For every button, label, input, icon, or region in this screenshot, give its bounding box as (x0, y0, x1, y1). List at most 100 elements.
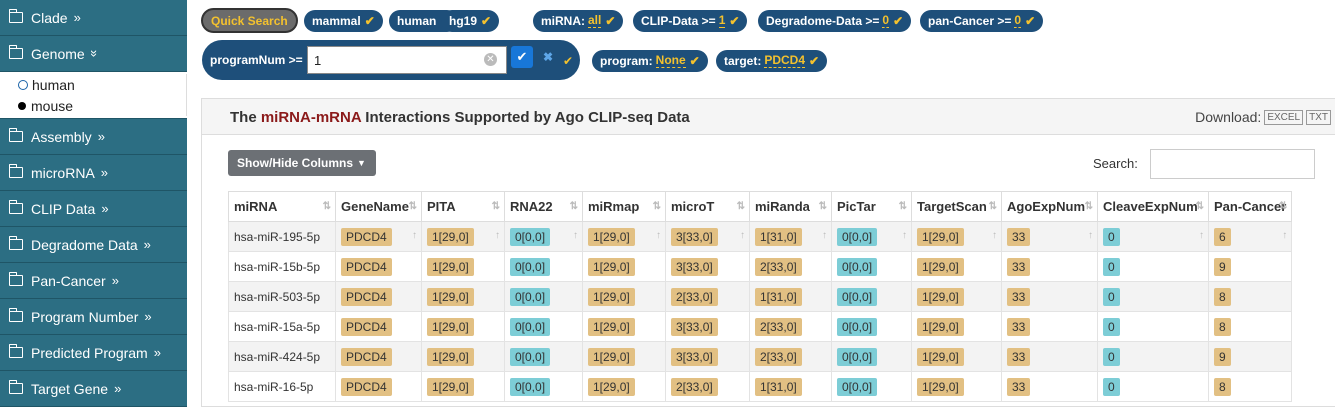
value-badge[interactable]: PDCD4 (341, 227, 392, 246)
table-cell: PDCD4 ↑ (335, 221, 422, 252)
table-cell: hsa-miR-15b-5p (228, 251, 336, 282)
filter-target[interactable]: target: PDCD4 ✔ (716, 50, 828, 72)
filter-value[interactable]: None (655, 54, 686, 68)
column-header[interactable]: AgoExpNum ⇅ (1001, 191, 1098, 222)
column-header[interactable]: miRmap ⇅ (582, 191, 666, 222)
value-badge: 1[31,0] (755, 287, 802, 306)
column-header[interactable]: CleaveExpNum ⇅ (1097, 191, 1209, 222)
genome-option-human[interactable]: human (0, 74, 187, 95)
cancel-icon[interactable]: ✖ (543, 50, 553, 64)
download-txt-button[interactable]: TXT (1306, 109, 1331, 125)
filter-program[interactable]: program: None ✔ (592, 50, 708, 72)
table-cell: 8 (1207, 371, 1293, 402)
mirna-name[interactable]: hsa-miR-503-5p (234, 290, 320, 304)
title-emphasis: miRNA-mRNA (260, 109, 362, 126)
chevron-right-icon: » (114, 381, 122, 396)
column-header[interactable]: GeneName ⇅ (335, 191, 422, 222)
value-badge: 0[0,0] (837, 317, 878, 336)
sidebar-item-target-gene[interactable]: Target Gene » (0, 371, 187, 407)
column-header[interactable]: miRanda ⇅ (749, 191, 832, 222)
sidebar-item-label: Clade (31, 9, 68, 26)
sidebar-item-program-number[interactable]: Program Number » (0, 299, 187, 335)
table-row[interactable]: hsa-miR-16-5p PDCD4 1[29,0] 0[0,0] 1[29,0] 2[… (228, 371, 1293, 402)
genome-option-mouse[interactable]: mouse (0, 95, 187, 116)
sort-arrow-icon: ↑ (1199, 230, 1204, 241)
value-badge: 8 (1214, 287, 1231, 306)
filter-hg19[interactable]: hg19 ✔ (441, 10, 500, 32)
filter-value[interactable]: 1 (718, 14, 726, 28)
column-header[interactable]: Pan-Cancer ⇅ (1207, 191, 1293, 222)
column-header[interactable]: PicTar ⇅ (831, 191, 912, 222)
download-excel-button[interactable]: EXCEL (1264, 109, 1304, 125)
value-badge: 0[0,0] (510, 227, 551, 246)
chevron-right-icon: » (97, 129, 105, 144)
mirna-name[interactable]: hsa-miR-195-5p (234, 230, 320, 244)
table-cell: 0[0,0] (831, 281, 912, 312)
chevron-right-icon: » (143, 237, 151, 252)
table-cell: 0[0,0] ↑ (504, 221, 583, 252)
value-badge: 2[33,0] (671, 377, 718, 396)
filter-clip-data[interactable]: CLIP-Data >= 1 ✔ (633, 10, 748, 32)
value-badge[interactable]: PDCD4 (341, 287, 392, 306)
sidebar-item-clade[interactable]: Clade » (0, 0, 187, 36)
value-badge: 2[33,0] (755, 347, 802, 366)
filter-pan-cancer[interactable]: pan-Cancer >= 0 ✔ (920, 10, 1044, 32)
filter-value[interactable]: all (588, 14, 602, 28)
folder-icon (8, 164, 23, 178)
program-num-input[interactable] (307, 46, 507, 74)
table-cell: 1[29,0] (911, 311, 1002, 342)
sidebar-item-genome[interactable]: Genome» (0, 36, 187, 72)
mirna-name[interactable]: hsa-miR-16-5p (234, 380, 313, 394)
column-header[interactable]: PITA ⇅ (421, 191, 505, 222)
sort-icon: ⇅ (322, 201, 331, 212)
value-badge[interactable]: PDCD4 (341, 257, 392, 276)
table-cell: 0 (1097, 371, 1209, 402)
column-header-label: AgoExpNum (1007, 199, 1085, 214)
value-badge: 1[29,0] (427, 347, 474, 366)
table-row[interactable]: hsa-miR-503-5p PDCD4 1[29,0] 0[0,0] 1[29,0] 2… (228, 281, 1293, 312)
mirna-name[interactable]: hsa-miR-15a-5p (234, 320, 320, 334)
value-badge: 1[29,0] (427, 377, 474, 396)
column-header[interactable]: RNA22 ⇅ (504, 191, 583, 222)
table-cell: 3[33,0] ↑ (665, 221, 750, 252)
value-badge[interactable]: PDCD4 (341, 317, 392, 336)
check-icon: ✔ (809, 54, 820, 68)
mirna-name[interactable]: hsa-miR-15b-5p (234, 260, 320, 274)
sidebar-item-predicted-program[interactable]: Predicted Program » (0, 335, 187, 371)
clear-icon[interactable]: ✕ (484, 53, 497, 66)
column-header[interactable]: miRNA ⇅ (228, 191, 336, 222)
sidebar-item-microrna[interactable]: microRNA » (0, 155, 187, 191)
value-badge: 1[29,0] (917, 227, 964, 246)
confirm-button[interactable]: ✔ (511, 46, 533, 68)
check-icon: ✔ (893, 14, 904, 28)
sidebar-item-assembly[interactable]: Assembly » (0, 119, 187, 155)
option-label: mouse (31, 97, 74, 114)
mirna-name[interactable]: hsa-miR-424-5p (234, 350, 320, 364)
sort-icon: ⇅ (491, 201, 500, 212)
value-badge[interactable]: PDCD4 (341, 377, 392, 396)
column-header[interactable]: TargetScan ⇅ (911, 191, 1002, 222)
table-cell: PDCD4 (335, 281, 422, 312)
search-input[interactable] (1150, 149, 1315, 179)
table-row[interactable]: hsa-miR-195-5p PDCD4 ↑ 1[29,0] ↑ 0[0,0] ↑ 1[29,… (228, 221, 1293, 252)
table-row[interactable]: hsa-miR-15a-5p PDCD4 1[29,0] 0[0,0] 1[29,0] 3… (228, 311, 1293, 342)
table-row[interactable]: hsa-miR-15b-5p PDCD4 1[29,0] 0[0,0] 1[29,0] 3… (228, 251, 1293, 282)
filter-degradome-data[interactable]: Degradome-Data >= 0 ✔ (758, 10, 912, 32)
filter-value[interactable]: PDCD4 (764, 54, 806, 68)
filter-value[interactable]: 0 (1014, 14, 1022, 28)
results-panel: The miRNA-mRNA Interactions Supported by… (201, 98, 1335, 407)
table-row[interactable]: hsa-miR-424-5p PDCD4 1[29,0] 0[0,0] 1[29,0] 3… (228, 341, 1293, 372)
sidebar-item-pan-cancer[interactable]: Pan-Cancer » (0, 263, 187, 299)
quick-search-label: Quick Search (211, 13, 288, 28)
filter-label: human (397, 14, 437, 28)
value-badge[interactable]: PDCD4 (341, 347, 392, 366)
sidebar-item-clip-data[interactable]: CLIP Data » (0, 191, 187, 227)
column-header[interactable]: microT ⇅ (665, 191, 750, 222)
filter-mammal[interactable]: mammal ✔ (304, 10, 383, 32)
filter-value[interactable]: 0 (882, 14, 890, 28)
sidebar-item-degradome-data[interactable]: Degradome Data » (0, 227, 187, 263)
filter-mirna[interactable]: miRNA: all ✔ (533, 10, 624, 32)
show-hide-columns-button[interactable]: Show/Hide Columns ▼ (228, 150, 376, 176)
quick-search-button[interactable]: Quick Search (201, 8, 298, 33)
value-badge: 1[29,0] (588, 227, 635, 246)
